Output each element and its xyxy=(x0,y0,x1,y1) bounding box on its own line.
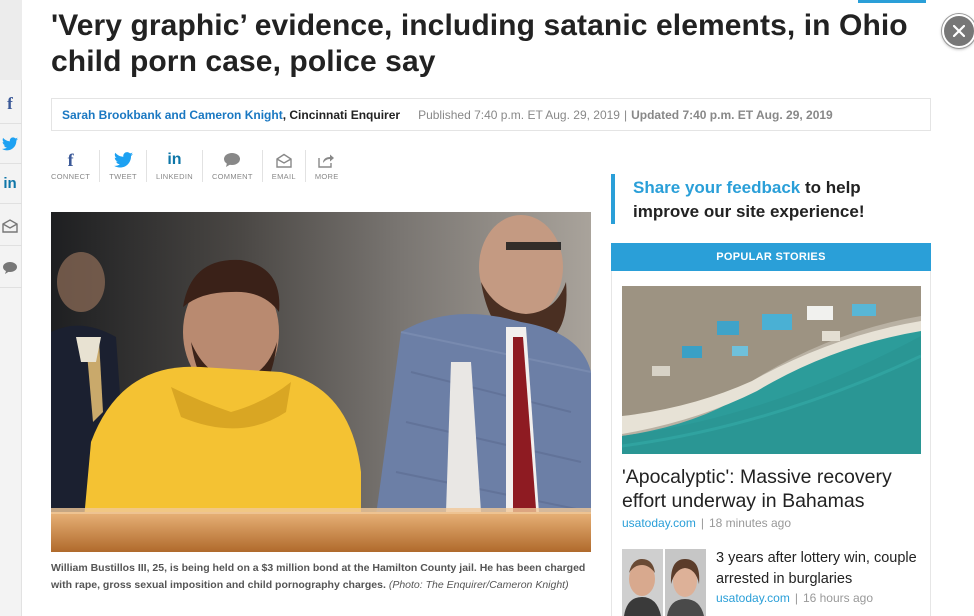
left-share-rail: f in xyxy=(0,0,22,616)
aerial-island-photo xyxy=(622,286,921,454)
share-more-button[interactable]: MORE xyxy=(306,150,348,182)
facebook-icon: f xyxy=(7,93,13,113)
share-linkedin-button[interactable]: in LINKEDIN xyxy=(147,150,203,182)
share-connect-button[interactable]: f CONNECT xyxy=(51,150,101,182)
share-comment-label: COMMENT xyxy=(211,172,253,181)
share-linkedin-label: LINKEDIN xyxy=(155,172,193,181)
byline-organization: , Cincinnati Enquirer xyxy=(282,107,401,122)
rail-facebook-button[interactable]: f xyxy=(0,84,22,124)
story-thumbnail[interactable] xyxy=(622,549,706,616)
rail-twitter-button[interactable] xyxy=(0,124,22,164)
linkedin-icon: in xyxy=(167,151,182,168)
close-button[interactable] xyxy=(942,14,974,48)
twitter-icon xyxy=(2,136,18,150)
byline-separator: | xyxy=(623,107,628,122)
meta-divider: | xyxy=(700,516,704,530)
photo-caption: William Bustillos III, 25, is being held… xyxy=(51,560,591,594)
email-icon xyxy=(276,153,292,168)
popular-stories-header: POPULAR STORIES xyxy=(611,243,931,271)
share-more-label: MORE xyxy=(314,172,339,181)
byline-authors[interactable]: Sarah Brookbank and Cameron Knight xyxy=(62,108,283,122)
feedback-module[interactable]: Share your feedback to help improve our … xyxy=(611,160,931,234)
linkedin-icon: in xyxy=(3,175,17,192)
feedback-link[interactable]: Share your feedback xyxy=(633,178,800,197)
share-email-button[interactable]: EMAIL xyxy=(263,150,306,182)
comment-icon xyxy=(3,261,17,274)
share-toolbar: f CONNECT TWEET in LINKEDIN COMMENT EMAI… xyxy=(51,150,348,186)
story-meta: usatoday.com | 16 hours ago xyxy=(716,591,873,605)
rail-email-button[interactable] xyxy=(0,206,22,246)
rail-top xyxy=(0,0,22,80)
rail-linkedin-button[interactable]: in xyxy=(0,164,22,204)
published-timestamp: Published 7:40 p.m. ET Aug. 29, 2019 xyxy=(418,107,620,122)
email-icon xyxy=(2,218,18,233)
story-source[interactable]: usatoday.com xyxy=(716,591,790,605)
article-headline: 'Very graphic’ evidence, including satan… xyxy=(51,9,908,78)
share-tweet-button[interactable]: TWEET xyxy=(100,150,147,182)
share-comment-button[interactable]: COMMENT xyxy=(203,150,263,182)
story-title[interactable]: 3 years after lottery win, couple arrest… xyxy=(716,548,922,590)
feedback-accent-bar xyxy=(611,174,615,224)
facebook-icon: f xyxy=(67,150,74,170)
close-icon xyxy=(953,25,965,37)
story-meta: usatoday.com | 18 minutes ago xyxy=(622,516,791,530)
story-thumbnail[interactable] xyxy=(622,286,921,454)
byline-bar: Sarah Brookbank and Cameron Knight , Cin… xyxy=(51,98,931,131)
story-title[interactable]: 'Apocalyptic': Massive recovery effort u… xyxy=(622,465,922,513)
caption-credit: (Photo: The Enquirer/Cameron Knight) xyxy=(388,579,569,591)
mugshots-photo xyxy=(622,549,706,616)
share-tweet-label: TWEET xyxy=(109,172,137,181)
twitter-icon xyxy=(113,152,133,168)
share-email-label: EMAIL xyxy=(271,172,296,181)
share-connect-label: CONNECT xyxy=(51,172,91,181)
updated-timestamp: Updated 7:40 p.m. ET Aug. 29, 2019 xyxy=(631,107,833,122)
story-time: 18 minutes ago xyxy=(708,516,792,530)
story-source[interactable]: usatoday.com xyxy=(622,516,696,530)
courtroom-photo xyxy=(51,212,591,552)
rail-comment-button[interactable] xyxy=(0,248,22,288)
share-more-icon xyxy=(318,154,335,168)
comment-icon xyxy=(224,153,241,167)
story-time: 16 hours ago xyxy=(802,591,874,605)
top-accent-bar xyxy=(858,0,926,3)
meta-divider: | xyxy=(794,591,798,605)
article-photo[interactable] xyxy=(51,212,591,552)
